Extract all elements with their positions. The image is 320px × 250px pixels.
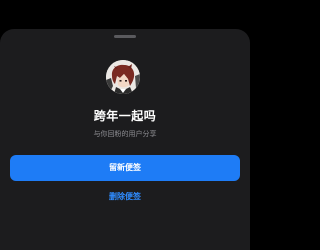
new-note-button[interactable]: 留新便签 <box>10 155 240 181</box>
screen: 跨年一起吗 与你回粉的用户分享 留新便签 删除便签 <box>0 0 250 250</box>
share-description: 与你回粉的用户分享 <box>93 130 157 138</box>
page-title: 跨年一起吗 <box>93 109 157 123</box>
delete-note-button[interactable]: 删除便签 <box>95 190 155 204</box>
sheet-grabber-handle[interactable] <box>114 35 136 38</box>
bottom-sheet: 跨年一起吗 与你回粉的用户分享 留新便签 删除便签 <box>0 29 250 250</box>
avatar-image <box>106 60 140 94</box>
avatar <box>106 60 140 94</box>
